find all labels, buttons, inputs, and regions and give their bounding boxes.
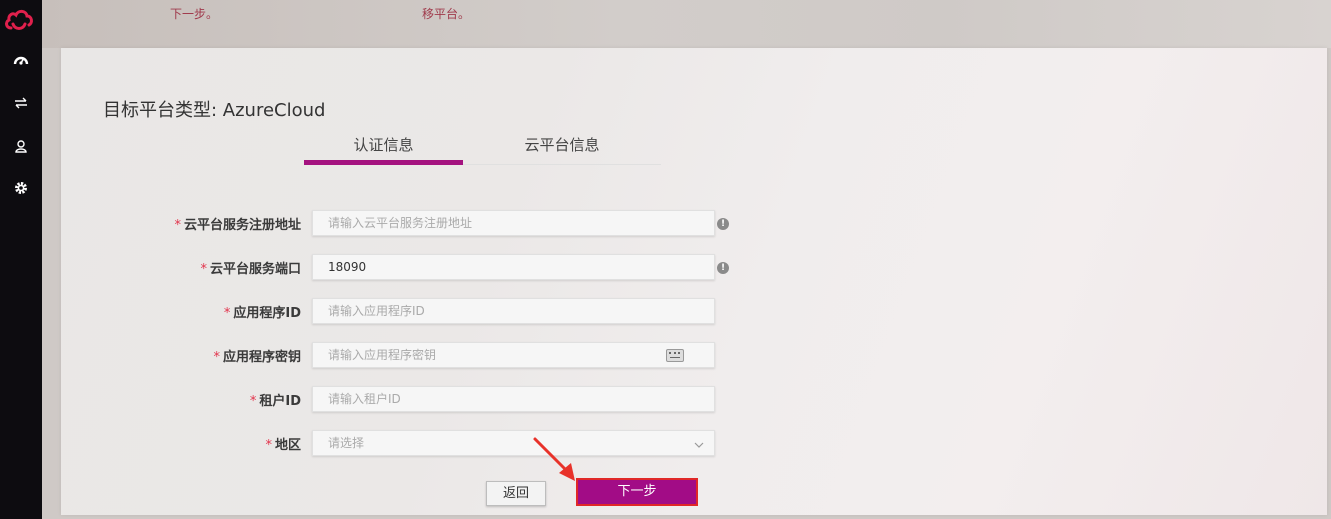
region-select[interactable]: 请选择	[312, 430, 715, 456]
keyboard-icon[interactable]	[666, 349, 684, 362]
annotation-arrow-icon	[533, 437, 575, 481]
field-label-registry-url: * 云平台服务注册地址	[174, 218, 301, 233]
info-icon[interactable]: !	[717, 218, 729, 230]
tenant-id-input[interactable]: 请输入租户ID	[312, 386, 715, 412]
cloud-logo-icon	[5, 9, 33, 30]
field-label-region: * 地区	[265, 438, 301, 453]
back-button[interactable]: 返回	[486, 481, 546, 506]
step-text: 下一步。	[169, 7, 218, 21]
config-panel: 目标平台类型: AzureCloud 认证信息 云平台信息 * 云平台服务注册地址…	[61, 48, 1327, 515]
required-mark: *	[213, 350, 220, 365]
tab-bar: 认证信息 云平台信息	[304, 132, 661, 165]
sidebar	[0, 0, 42, 519]
step-description-strip: 下一步。 移平台。	[42, 0, 1331, 48]
region-placeholder: 请选择	[328, 436, 365, 450]
page-title: 目标平台类型: AzureCloud	[103, 100, 326, 121]
required-mark: *	[174, 218, 181, 233]
app-secret-placeholder: 请输入应用程序密钥	[328, 348, 437, 362]
gear-icon[interactable]	[10, 178, 32, 198]
registry-url-input[interactable]: 请输入云平台服务注册地址	[312, 210, 715, 236]
required-mark: *	[265, 438, 272, 453]
field-label-app-id: * 应用程序ID	[223, 306, 301, 321]
step-text: 移平台。	[421, 7, 470, 21]
service-port-input[interactable]: 18090	[312, 254, 715, 280]
required-mark: *	[200, 262, 207, 277]
required-mark: *	[223, 306, 231, 321]
next-step-button[interactable]: 下一步	[576, 478, 698, 506]
field-label-service-port: * 云平台服务端口	[200, 262, 301, 277]
chevron-down-icon	[694, 433, 704, 457]
tab-auth-info[interactable]: 认证信息	[304, 132, 463, 165]
app-id-input[interactable]: 请输入应用程序ID	[312, 298, 715, 324]
required-mark: *	[249, 394, 257, 409]
transfer-icon[interactable]	[10, 93, 32, 113]
info-icon[interactable]: !	[717, 262, 729, 274]
tab-cloud-platform-info[interactable]: 云平台信息	[463, 132, 661, 165]
app-secret-input[interactable]: 请输入应用程序密钥	[312, 342, 715, 368]
field-label-app-secret: * 应用程序密钥	[213, 350, 301, 365]
dashboard-icon[interactable]	[10, 50, 32, 70]
field-label-tenant-id: * 租户ID	[249, 394, 301, 409]
user-icon[interactable]	[10, 136, 32, 156]
